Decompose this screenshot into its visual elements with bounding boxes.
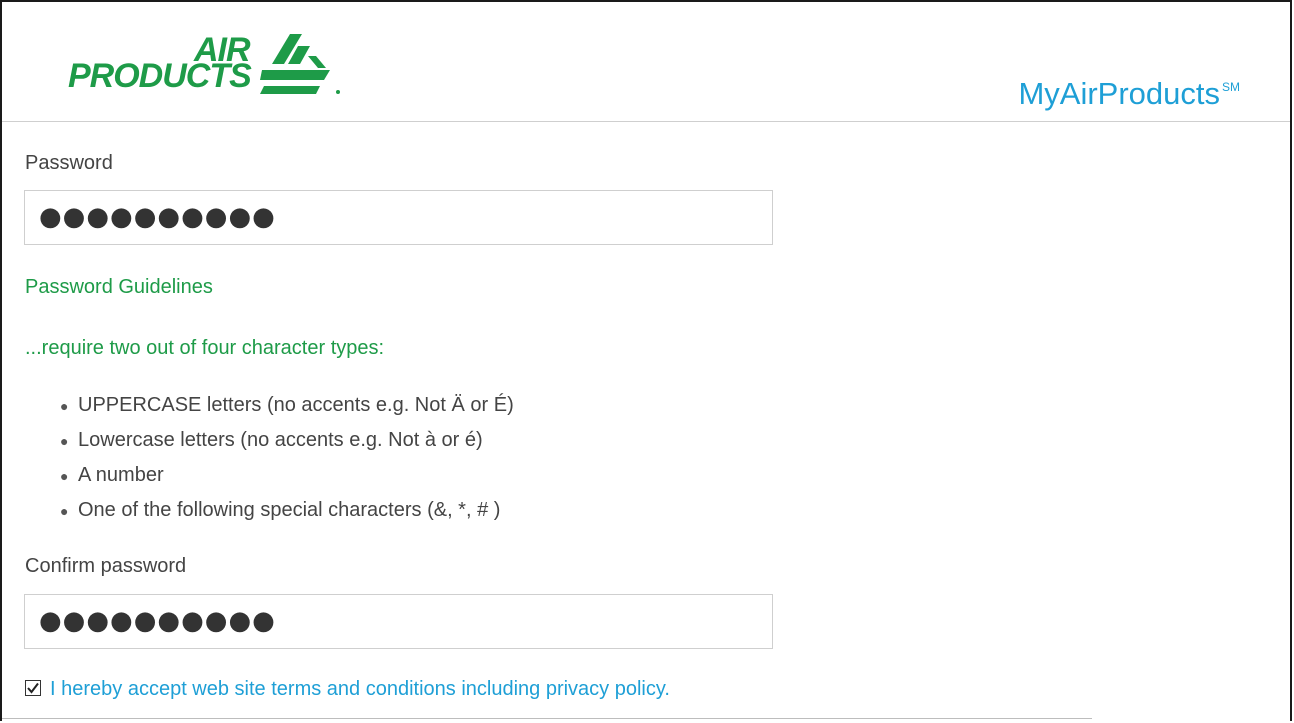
brand-title: MyAirProducts SM <box>1018 76 1240 112</box>
rule-text: UPPERCASE letters (no accents e.g. Not Ä… <box>78 394 514 416</box>
password-guidelines-subtitle: ...require two out of four character typ… <box>25 337 385 359</box>
rule-text: Lowercase letters (no accents e.g. Not à… <box>78 429 483 451</box>
bullet-icon: ● <box>60 503 69 519</box>
password-label: Password <box>25 152 113 174</box>
confirm-password-input[interactable]: ●●●●●●●●●● <box>24 594 773 649</box>
list-item: ● UPPERCASE letters (no accents e.g. Not … <box>60 388 514 423</box>
password-guidelines-title: Password Guidelines <box>25 276 213 298</box>
divider <box>2 718 1092 719</box>
brand-title-text: MyAirProducts <box>1018 76 1220 111</box>
rule-text: One of the following special characters … <box>78 499 501 521</box>
logo-products-text: PRODUCTS <box>68 57 252 95</box>
air-products-logo[interactable]: AIR PRODUCTS <box>64 32 354 102</box>
password-rules-list: ● UPPERCASE letters (no accents e.g. Not … <box>60 388 514 528</box>
page-header: AIR PRODUCTS MyAirProducts SM <box>2 2 1290 122</box>
service-mark: SM <box>1222 80 1240 94</box>
terms-link[interactable]: I hereby accept web site terms and condi… <box>50 678 670 701</box>
list-item: ● Lowercase letters (no accents e.g. Not … <box>60 423 514 458</box>
list-item: ● One of the following special characters… <box>60 493 514 528</box>
rule-text: A number <box>78 464 164 486</box>
confirm-password-label: Confirm password <box>25 555 187 577</box>
password-input[interactable]: ●●●●●●●●●● <box>24 190 773 245</box>
terms-checkbox[interactable] <box>25 680 41 696</box>
checkmark-icon <box>27 682 39 694</box>
bullet-icon: ● <box>60 398 69 414</box>
logo-mark-icon <box>260 34 340 94</box>
list-item: ● A number <box>60 458 514 493</box>
bullet-icon: ● <box>60 433 69 449</box>
bullet-icon: ● <box>60 468 69 484</box>
